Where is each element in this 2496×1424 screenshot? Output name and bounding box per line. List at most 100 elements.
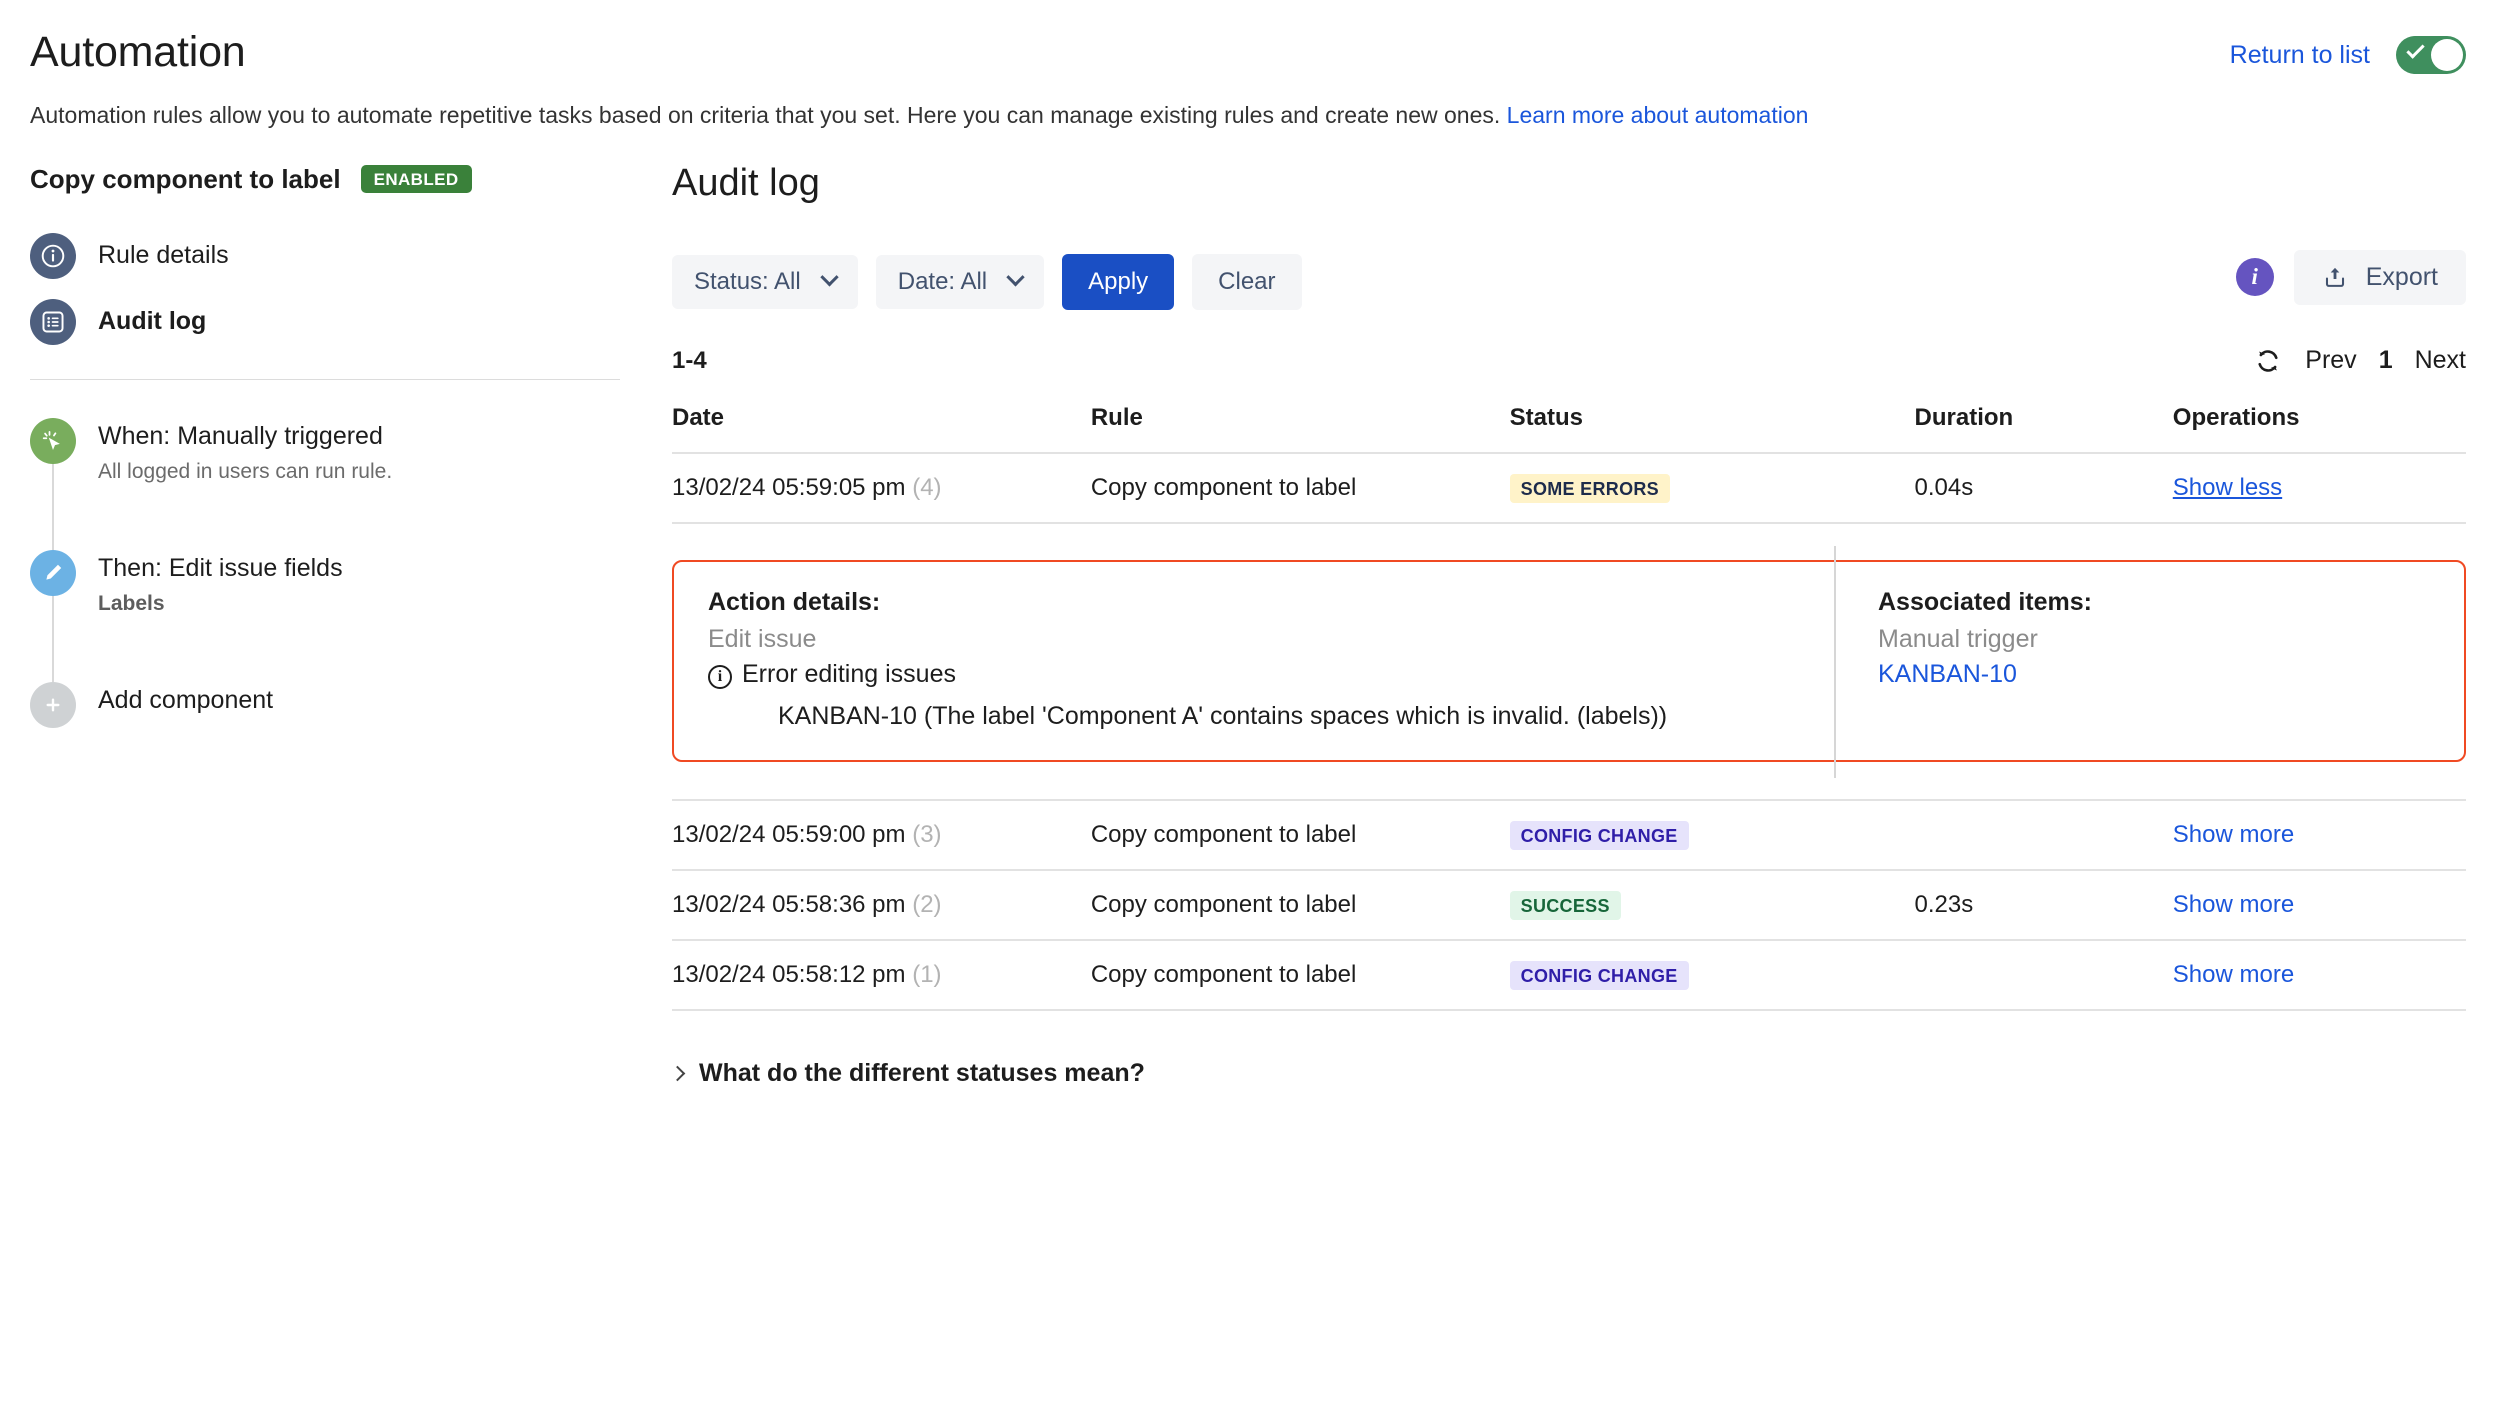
rule-step-action-body: Then: Edit issue fields Labels xyxy=(98,550,343,616)
cell-date-value: 13/02/24 05:58:36 pm xyxy=(672,891,906,919)
cell-date: 13/02/24 05:58:12 pm (1) xyxy=(672,939,1091,1011)
rule-step-action-title: Then: Edit issue fields xyxy=(98,553,343,582)
rule-step-trigger-body: When: Manually triggered All logged in u… xyxy=(98,418,392,484)
list-icon xyxy=(30,298,76,345)
status-badge: SOME ERRORS xyxy=(1509,473,1670,503)
page-header: Automation Return to list xyxy=(0,0,2496,77)
show-more-link[interactable]: Show more xyxy=(2173,961,2294,988)
rule-name: Copy component to label xyxy=(30,163,341,194)
status-filter-dropdown[interactable]: Status: All xyxy=(672,254,858,309)
cell-duration xyxy=(1914,799,2173,871)
cell-date-sequence: (4) xyxy=(912,474,942,502)
cell-operations: Show more xyxy=(2172,869,2466,941)
sidebar-item-audit-log[interactable]: Audit log xyxy=(30,298,620,345)
clear-button[interactable]: Clear xyxy=(1192,253,1302,310)
table-header: Date Rule Status Duration Operations xyxy=(672,403,2466,454)
cell-date: 13/02/24 05:59:00 pm (3) xyxy=(672,799,1091,871)
rule-steps: When: Manually triggered All logged in u… xyxy=(30,417,620,728)
return-to-list-link[interactable]: Return to list xyxy=(2230,41,2370,70)
audit-log-title: Audit log xyxy=(672,161,820,204)
associated-trigger: Manual trigger xyxy=(1878,624,2038,653)
show-less-link[interactable]: Show less xyxy=(2173,474,2282,501)
cell-rule: Copy component to label xyxy=(1090,869,1510,941)
rule-header: Copy component to label ENABLED xyxy=(30,164,620,195)
detail-column-divider xyxy=(1834,545,1836,778)
column-header-status: Status xyxy=(1509,403,1915,454)
result-count: 1-4 xyxy=(672,346,707,374)
cell-date-value: 13/02/24 05:59:00 pm xyxy=(672,821,906,849)
rule-enabled-toggle[interactable] xyxy=(2396,36,2466,74)
pagination-prev[interactable]: Prev xyxy=(2305,346,2356,375)
cell-rule: Copy component to label xyxy=(1090,799,1510,871)
audit-log-table: Date Rule Status Duration Operations 13/… xyxy=(672,403,2466,1011)
column-header-date: Date xyxy=(672,403,1091,454)
export-label: Export xyxy=(2365,262,2438,291)
cell-rule: Copy component to label xyxy=(1090,452,1510,524)
rule-step-trigger-title: When: Manually triggered xyxy=(98,421,383,450)
page-description-text: Automation rules allow you to automate r… xyxy=(30,102,1501,129)
info-circle-icon xyxy=(30,232,76,279)
cell-status: SOME ERRORS xyxy=(1509,452,1915,524)
status-badge: CONFIG CHANGE xyxy=(1509,960,1689,990)
sidebar-item-rule-details-label: Rule details xyxy=(98,241,229,270)
info-outline-icon: i xyxy=(708,664,732,689)
cell-date-value: 13/02/24 05:58:12 pm xyxy=(672,961,906,989)
status-badge: SUCCESS xyxy=(1509,890,1621,920)
pagination-next[interactable]: Next xyxy=(2415,346,2466,375)
rule-step-add-component-body: Add component xyxy=(98,682,273,728)
cell-status: CONFIG CHANGE xyxy=(1509,799,1915,871)
date-filter-dropdown[interactable]: Date: All xyxy=(875,254,1045,309)
audit-log-main: Audit log Status: All Date: All Apply Cl… xyxy=(650,164,2466,1088)
chevron-down-icon xyxy=(1006,268,1025,287)
date-filter-label: Date: All xyxy=(897,267,988,295)
statuses-explainer-accordion[interactable]: What do the different statuses mean? xyxy=(669,1058,2466,1088)
chevron-right-icon xyxy=(669,1065,686,1082)
result-count-row: 1-4 Prev 1 Next xyxy=(672,340,2466,382)
rule-step-add-component[interactable]: Add component xyxy=(30,681,620,728)
cell-duration: 0.04s xyxy=(1914,452,2173,524)
table-row: 13/02/24 05:58:12 pm (1) Copy component … xyxy=(672,939,2466,1011)
table-row: 13/02/24 05:59:00 pm (3) Copy component … xyxy=(672,799,2466,871)
body-container: Copy component to label ENABLED Rule det… xyxy=(0,164,2496,1088)
info-icon[interactable]: i xyxy=(2235,258,2274,297)
sidebar-item-rule-details[interactable]: Rule details xyxy=(30,232,620,279)
learn-more-link[interactable]: Learn more about automation xyxy=(1507,102,1809,128)
rule-step-action[interactable]: Then: Edit issue fields Labels xyxy=(30,549,620,682)
rule-step-action-subtitle: Labels xyxy=(98,591,165,615)
automation-audit-log-page: Automation Return to list Automation rul… xyxy=(0,0,2496,1424)
rule-step-trigger[interactable]: When: Manually triggered All logged in u… xyxy=(30,417,620,550)
action-name: Edit issue xyxy=(708,624,817,653)
table-row: 13/02/24 05:59:05 pm (4) Copy component … xyxy=(672,452,2466,524)
export-button[interactable]: Export xyxy=(2293,249,2466,305)
apply-button[interactable]: Apply xyxy=(1062,253,1175,310)
cell-operations: Show more xyxy=(2172,939,2466,1011)
cell-status: SUCCESS xyxy=(1509,869,1915,941)
refresh-icon[interactable] xyxy=(2253,346,2283,376)
rule-step-trigger-subtitle: All logged in users can run rule. xyxy=(98,459,393,483)
table-body: 13/02/24 05:59:05 pm (4) Copy component … xyxy=(672,452,2466,1011)
associated-items-heading: Associated items: xyxy=(1878,587,2092,616)
cell-status: CONFIG CHANGE xyxy=(1509,939,1915,1011)
column-header-duration: Duration xyxy=(1914,403,2173,454)
cell-date-sequence: (3) xyxy=(912,821,942,849)
cell-duration xyxy=(1914,939,2173,1011)
action-details-column: Action details: Edit issue i Error editi… xyxy=(674,562,1834,760)
pagination-current-page[interactable]: 1 xyxy=(2379,346,2393,375)
pagination: Prev 1 Next xyxy=(2253,346,2466,376)
cell-detail: Action details: Edit issue i Error editi… xyxy=(672,522,2466,801)
sidebar-divider xyxy=(30,378,620,380)
plus-icon xyxy=(30,681,76,728)
show-more-link[interactable]: Show more xyxy=(2173,891,2294,918)
sidebar-item-audit-log-label: Audit log xyxy=(98,307,207,336)
table-row: 13/02/24 05:58:36 pm (2) Copy component … xyxy=(672,869,2466,941)
check-icon xyxy=(2406,40,2425,59)
table-header-row: Date Rule Status Duration Operations xyxy=(672,403,2466,454)
column-header-operations: Operations xyxy=(2172,403,2466,454)
page-description: Automation rules allow you to automate r… xyxy=(30,99,2466,131)
audit-log-toolbar: Status: All Date: All Apply Clear i Expo… xyxy=(672,249,2466,310)
show-more-link[interactable]: Show more xyxy=(2173,821,2294,848)
column-header-rule: Rule xyxy=(1090,403,1510,454)
action-details-heading: Action details: xyxy=(708,587,881,616)
associated-issue-link[interactable]: KANBAN-10 xyxy=(1878,660,2017,689)
statuses-explainer-label: What do the different statuses mean? xyxy=(699,1058,1145,1087)
